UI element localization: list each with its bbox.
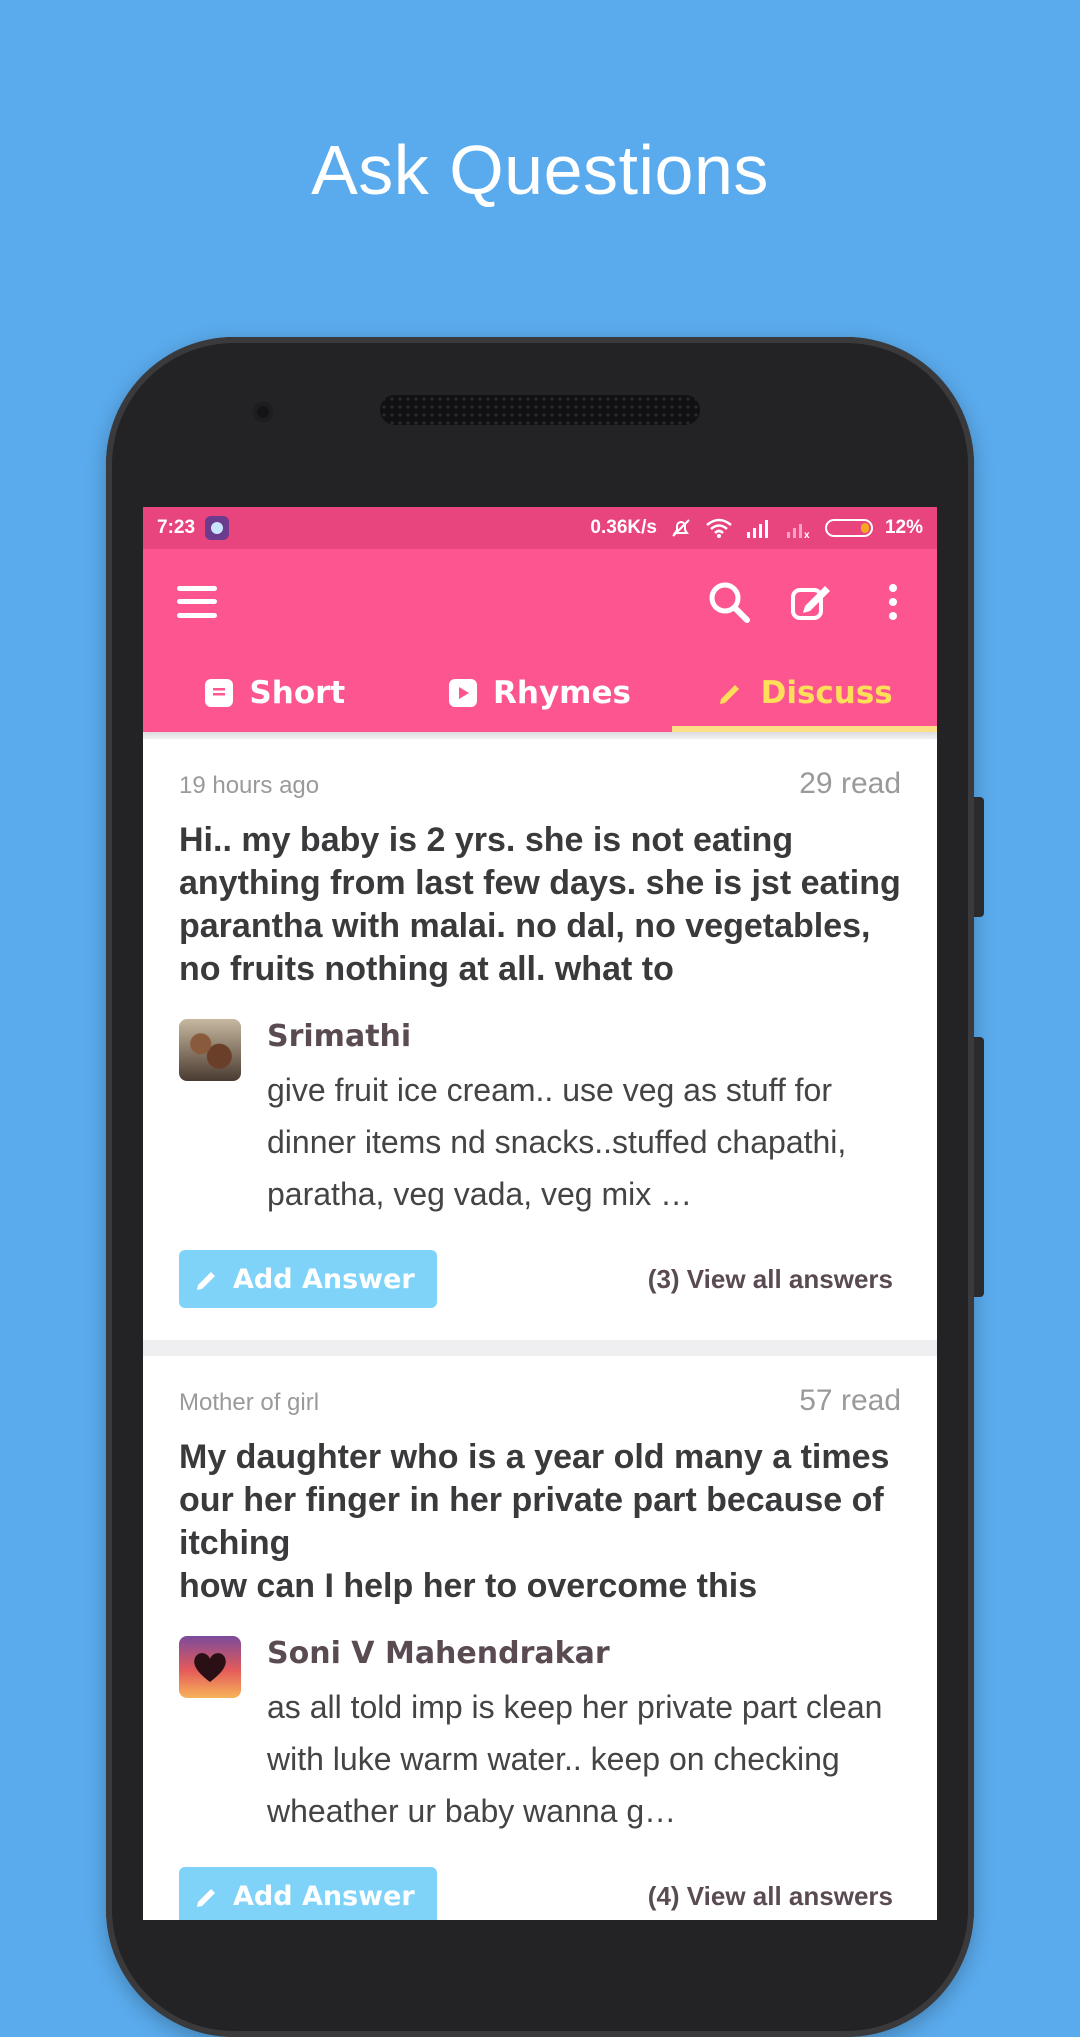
pencil-icon [197,1889,215,1907]
front-camera [253,402,273,422]
answer-author: Srimathi [267,1019,412,1054]
tab-short-label: Short [249,675,346,711]
tab-discuss-label: Discuss [760,675,893,711]
battery-icon [824,519,873,537]
discussion-feed: 19 hours ago 29 read Hi.. my baby is 2 y… [143,739,937,1920]
app-notification-icon [205,516,230,540]
tab-rhymes[interactable]: Rhymes [408,654,673,732]
add-answer-button[interactable]: Add Answer [179,1250,437,1308]
view-all-answers-link[interactable]: (4) View all answers [648,1881,893,1912]
pencil-icon [197,1272,215,1290]
post-meta: 19 hours ago [179,772,320,799]
play-icon [449,679,478,707]
question-text[interactable]: My daughter who is a year old many a tim… [179,1436,901,1608]
tab-short[interactable]: Short [143,654,408,732]
post-meta: Mother of girl [179,1389,320,1416]
svg-text:x: x [804,530,810,538]
heart-icon [194,1653,226,1682]
more-icon[interactable] [869,578,917,626]
menu-icon[interactable] [177,585,217,618]
read-count: 29 read [799,767,901,800]
top-answer[interactable]: Srimathi give fruit ice cream.. use veg … [179,1017,901,1220]
app-screen: 7:23 0.36K/s x 12% Short Rhymes Discuss … [143,507,937,1920]
add-answer-label: Add Answer [233,1880,415,1912]
status-time: 7:23 [157,517,196,538]
network-speed: 0.36K/s [590,517,657,538]
app-toolbar [143,549,937,654]
add-answer-button[interactable]: Add Answer [179,1867,437,1920]
pencil-icon [719,685,739,704]
compose-icon[interactable] [787,578,835,626]
search-icon[interactable] [705,578,753,626]
power-button [974,1037,984,1297]
tab-bar: Short Rhymes Discuss [143,654,937,732]
tab-rhymes-label: Rhymes [493,675,631,711]
read-count: 57 read [799,1384,901,1417]
battery-level: 12% [884,517,923,538]
avatar [179,1636,241,1698]
answer-text: as all told imp is keep her private part… [267,1689,883,1829]
question-card[interactable]: 19 hours ago 29 read Hi.. my baby is 2 y… [143,739,937,1340]
add-answer-label: Add Answer [233,1263,415,1295]
wifi-icon [706,518,732,538]
top-answer[interactable]: Soni V Mahendrakar as all told imp is ke… [179,1634,901,1837]
status-bar: 7:23 0.36K/s x 12% [143,507,937,549]
signal-off-icon: x [786,524,810,538]
answer-author: Soni V Mahendrakar [267,1636,610,1671]
bell-muted-icon [672,519,690,537]
view-all-answers-link[interactable]: (3) View all answers [648,1264,893,1295]
answer-text: give fruit ice cream.. use veg as stuff … [267,1072,847,1212]
article-icon [205,679,234,707]
signal-icon [746,520,768,538]
question-card[interactable]: Mother of girl 57 read My daughter who i… [143,1356,937,1920]
volume-button [974,797,984,917]
promo-title: Ask Questions [311,131,769,209]
earpiece-speaker [380,395,700,425]
question-text[interactable]: Hi.. my baby is 2 yrs. she is not eating… [179,819,901,991]
avatar [179,1019,241,1081]
tab-discuss[interactable]: Discuss [672,654,937,732]
